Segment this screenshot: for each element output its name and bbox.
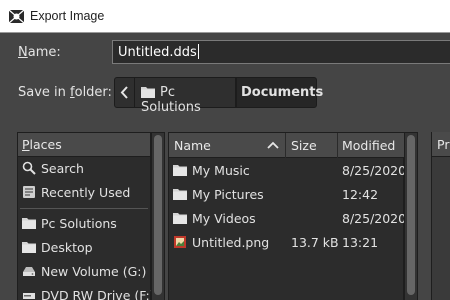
file-size: 13.7 kB — [291, 235, 339, 250]
search-icon — [22, 161, 36, 175]
folder-icon — [173, 213, 187, 224]
places-item-desktop[interactable]: Desktop — [18, 236, 150, 260]
places-scroll-thumb[interactable] — [154, 135, 162, 295]
file-modified: 13:21 — [342, 235, 379, 250]
file-modified: 12:42 — [342, 187, 379, 202]
crumb-label: Documents — [241, 85, 324, 100]
folder-icon — [141, 87, 155, 98]
file-row-my-videos[interactable]: My Videos 8/25/2020 — [169, 207, 407, 231]
folder-icon — [22, 242, 36, 253]
file-list-scroll-thumb[interactable] — [407, 135, 415, 295]
recent-icon — [23, 186, 35, 198]
places-header[interactable]: Places — [18, 133, 150, 157]
optical-drive-icon — [23, 293, 35, 299]
file-modified: 8/25/2020 — [342, 163, 407, 178]
drive-icon — [23, 267, 35, 276]
folder-icon — [173, 189, 187, 200]
places-item-recently-used[interactable]: Recently Used — [18, 181, 150, 205]
file-list: Name Size Modified My Music 8/25/2020 My… — [168, 132, 407, 300]
gimp-export-icon — [8, 9, 25, 24]
folder-icon — [173, 165, 187, 176]
preview-header: Pr — [432, 132, 450, 157]
window-title: Export Image — [30, 9, 105, 23]
save-in-folder-label: Save in folder: — [18, 85, 112, 100]
filename-value: Untitled.dds — [118, 45, 197, 60]
places-separator — [20, 205, 148, 209]
file-row-my-music[interactable]: My Music 8/25/2020 — [169, 159, 407, 183]
places-item-search[interactable]: Search — [18, 157, 150, 181]
places-scrollbar[interactable] — [151, 132, 165, 300]
path-crumb-pc-solutions[interactable]: Pc Solutions — [134, 77, 236, 115]
file-name: My Videos — [192, 211, 256, 226]
chevron-left-icon — [120, 86, 128, 99]
path-back-button[interactable] — [114, 77, 135, 108]
places-item-dvd-rw-drive[interactable]: DVD RW Drive (F:) — [18, 284, 155, 300]
file-row-my-pictures[interactable]: My Pictures 12:42 — [169, 183, 405, 207]
column-header-name[interactable]: Name — [169, 133, 286, 158]
places-item-pc-solutions[interactable]: Pc Solutions — [18, 212, 150, 236]
file-list-header: Name Size Modified — [169, 133, 405, 158]
column-header-size[interactable]: Size — [286, 133, 338, 158]
places-item-new-volume[interactable]: New Volume (G:) — [18, 260, 150, 284]
places-sidebar: Places Search Recently Used Pc Solutions… — [17, 132, 155, 300]
filename-input[interactable]: Untitled.dds — [112, 40, 450, 64]
file-name: My Music — [192, 163, 250, 178]
preview-panel: Pr — [431, 132, 450, 300]
folder-icon — [22, 218, 36, 229]
title-bar: Export Image — [0, 0, 450, 33]
path-crumb-documents[interactable]: Documents — [236, 77, 323, 108]
sort-ascending-icon — [267, 141, 279, 149]
image-file-icon — [174, 236, 186, 248]
text-caret — [197, 44, 199, 59]
name-label: Name: — [18, 45, 61, 60]
column-header-modified[interactable]: Modified — [338, 133, 405, 158]
file-name: Untitled.png — [192, 235, 270, 250]
file-modified: 8/25/2020 — [342, 211, 407, 226]
file-list-scrollbar[interactable] — [404, 132, 418, 300]
file-name: My Pictures — [192, 187, 264, 202]
file-row-untitled-png[interactable]: Untitled.png 13.7 kB 13:21 — [169, 231, 405, 255]
